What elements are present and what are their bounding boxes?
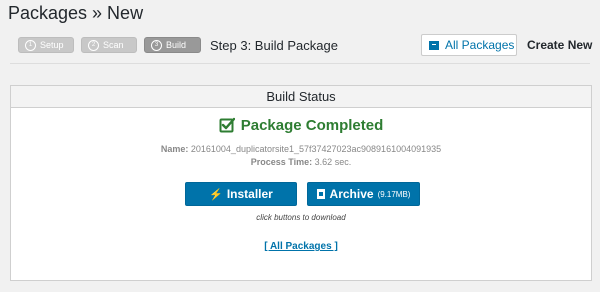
build-status-panel: Build Status Package Completed Name: 201…	[10, 85, 592, 281]
all-packages-link[interactable]: [ All Packages ]	[11, 241, 591, 252]
installer-download-button[interactable]: ⚡ Installer	[185, 182, 297, 206]
step-build: 3 Build	[144, 37, 201, 53]
step-label: Scan	[103, 40, 124, 50]
step-label: Setup	[40, 40, 64, 50]
all-packages-label: All Packages	[445, 38, 515, 52]
bolt-icon: ⚡	[209, 188, 223, 201]
archive-size: (9.17MB)	[377, 189, 411, 199]
wizard-steps: 1 Setup 2 Scan 3 Build Step 3: Build Pac…	[18, 36, 338, 54]
package-name: 20161004_duplicatorsite1_57f37427023ac90…	[190, 144, 442, 154]
step-number: 1	[25, 39, 36, 51]
header-divider	[10, 63, 590, 64]
all-packages-button[interactable]: All Packages	[421, 34, 517, 56]
create-new-link[interactable]: Create New	[527, 38, 592, 52]
step-title: Step 3: Build Package	[210, 37, 338, 53]
installer-label: Installer	[226, 187, 273, 201]
step-number: 3	[151, 39, 162, 51]
step-number: 2	[88, 39, 99, 51]
completion-status: Package Completed	[11, 117, 591, 134]
archive-label: Archive	[329, 187, 374, 201]
file-archive-icon	[316, 189, 325, 199]
time-label: Process Time:	[250, 157, 313, 167]
process-time: 3.62 sec.	[314, 157, 352, 167]
step-setup: 1 Setup	[18, 37, 74, 53]
check-square-icon	[219, 117, 235, 133]
step-scan: 2 Scan	[81, 37, 137, 53]
download-hint: click buttons to download	[256, 213, 346, 222]
panel-title: Build Status	[11, 86, 591, 108]
process-time-row: Process Time: 3.62 sec.	[11, 157, 591, 167]
page-title: Packages » New	[8, 3, 144, 23]
step-label: Build	[166, 40, 187, 50]
package-name-row: Name: 20161004_duplicatorsite1_57f374270…	[11, 144, 591, 154]
archive-box-icon	[429, 40, 439, 50]
name-label: Name:	[160, 144, 189, 154]
archive-download-button[interactable]: Archive (9.17MB)	[307, 182, 420, 206]
status-text: Package Completed	[240, 117, 384, 134]
